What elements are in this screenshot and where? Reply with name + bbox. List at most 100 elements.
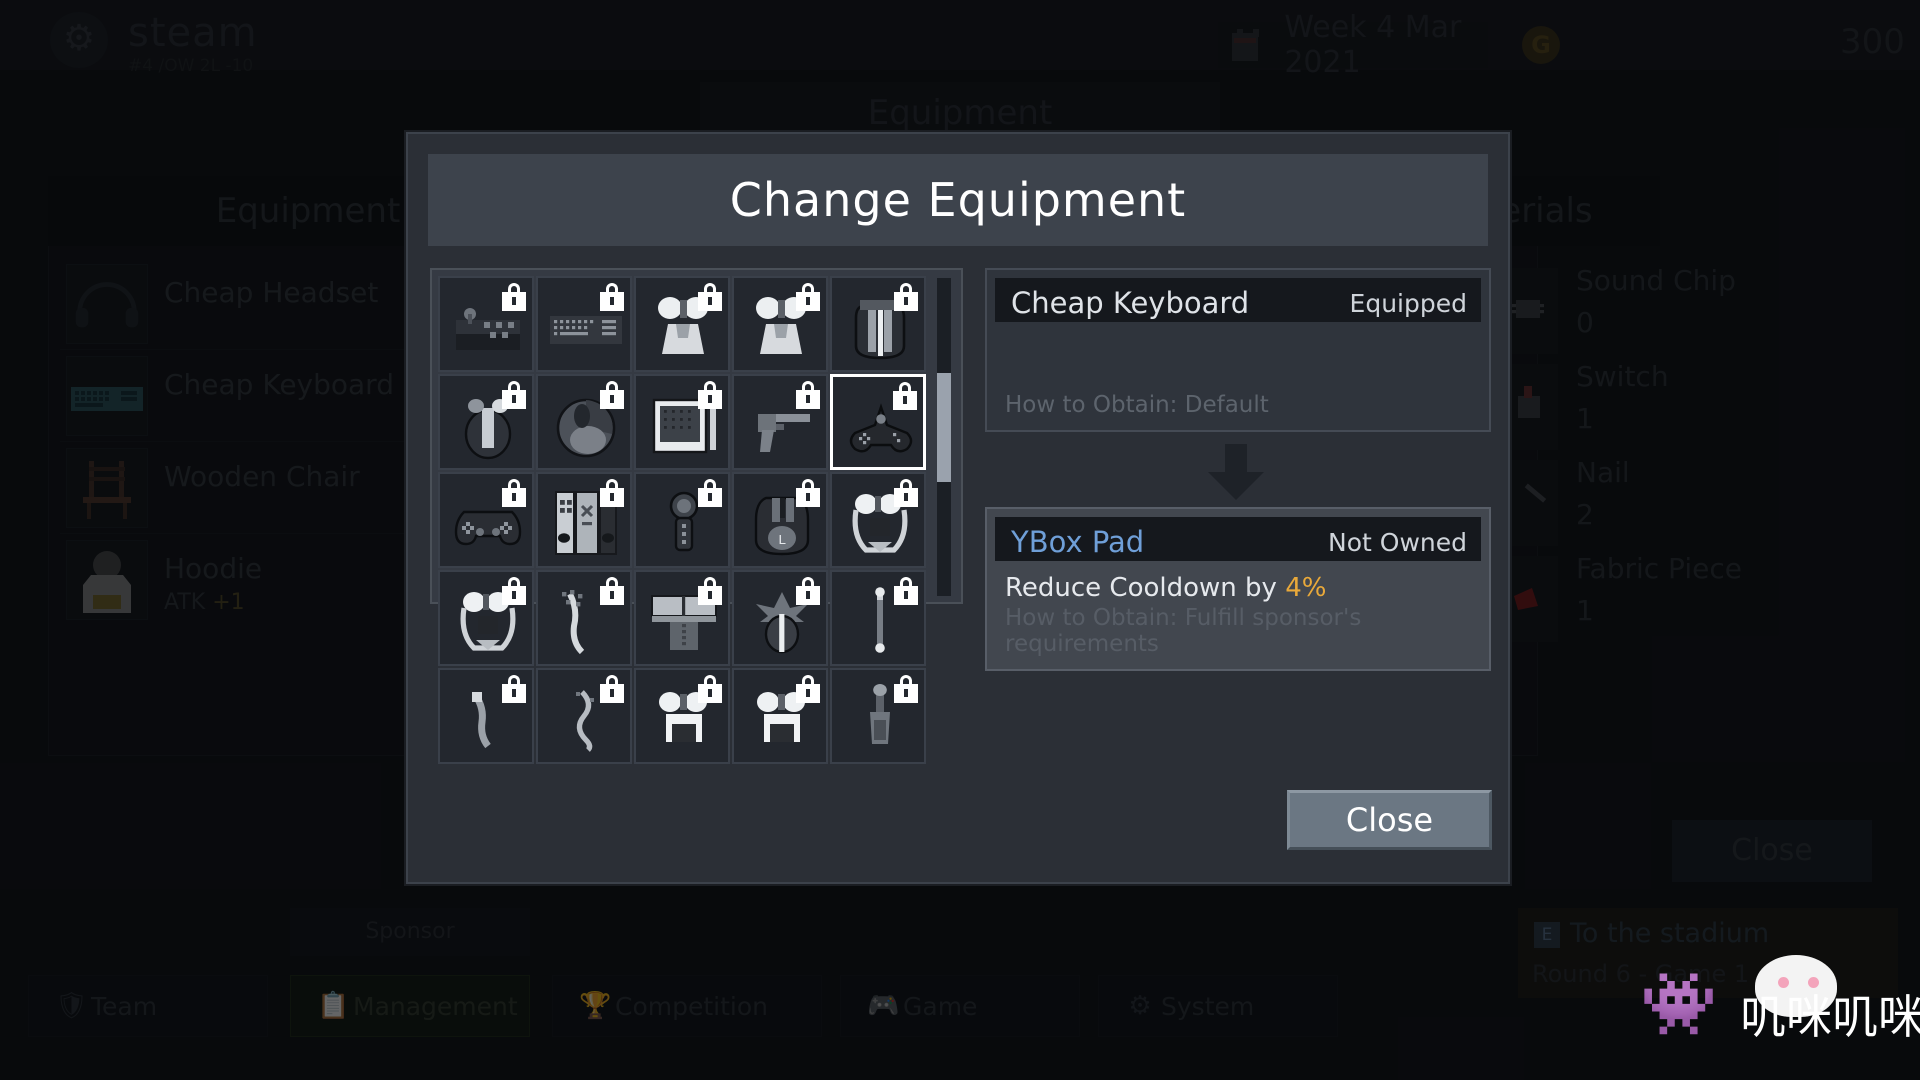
lock-icon [697,479,723,507]
equipment-grid-cell[interactable] [634,570,730,666]
top-bar: ⚙ steam #4 /OW 2L -10 Week 4 Mar 2021 G … [0,0,1920,80]
lock-icon [501,381,527,409]
nav-tab-team[interactable]: 🛡 Team [28,975,268,1037]
equipment-grid-cell[interactable] [536,374,632,470]
equipment-grid-cell[interactable] [438,668,534,764]
material-name: Fabric Piece [1576,552,1742,585]
equipment-item-name: Wooden Chair [164,460,360,493]
sponsor-button[interactable]: Sponsor [290,908,530,956]
hoodie-icon [66,540,148,620]
lock-icon [795,381,821,409]
grid-scrollbar[interactable] [937,278,951,596]
nav-tab-management[interactable]: 📋 Management [290,975,530,1037]
lock-icon [501,479,527,507]
nav-tab-competition[interactable]: 🏆 Competition [552,975,822,1037]
lock-icon [795,577,821,605]
bottom-nav: 🛡 Team 📋 Management 🏆 Competition 🎮 Game… [0,975,1920,1080]
equipment-grid-cell[interactable] [732,668,828,764]
headset-glyph [75,282,139,328]
nav-tab-label: Competition [615,991,768,1021]
equipment-grid-cell[interactable] [830,570,926,666]
hoodie-glyph [83,551,131,613]
equipment-grid-cell[interactable] [830,668,926,764]
equipment-grid-cell[interactable] [830,276,926,372]
equipment-grid-cell[interactable] [536,668,632,764]
equipment-grid-cell[interactable] [536,472,632,568]
equipment-grid-cell[interactable] [634,374,730,470]
equipment-grid-cell[interactable] [438,374,534,470]
material-qty: 0 [1576,306,1594,339]
equipment-item-name: Cheap Headset [164,276,379,309]
equipped-item-obtain: How to Obtain: Default [1005,392,1269,418]
equipment-grid-cell[interactable] [830,374,926,470]
material-row: Sound Chip 0 [1498,258,1838,368]
material-name: Sound Chip [1576,264,1736,297]
equipment-grid-panel: L [430,268,963,764]
lock-icon [795,479,821,507]
equipment-grid-cell[interactable]: L [732,472,828,568]
nav-tab-label: Management [353,991,518,1021]
game-screen: ⚙ steam #4 /OW 2L -10 Week 4 Mar 2021 G … [0,0,1920,1080]
lock-icon [697,577,723,605]
equipment-item-name: Hoodie [164,552,263,585]
material-qty: 1 [1576,594,1594,627]
equipment-grid-cell[interactable] [438,570,534,666]
equipment-grid-cell[interactable] [732,276,828,372]
material-row: Nail 2 [1498,450,1838,560]
dialog-title-bar: Change Equipment [428,154,1488,246]
shield-icon: 🛡 [55,991,89,1021]
arrow-down-icon [1208,444,1264,500]
grid-scrollbar-thumb[interactable] [937,373,951,482]
chair-glyph [83,461,131,519]
effect-text: Reduce Cooldown by [1005,573,1277,603]
lock-icon [893,675,919,703]
equipment-grid[interactable]: L [438,276,935,764]
trophy-icon: 🏆 [579,991,612,1021]
material-qty: 2 [1576,498,1594,531]
lock-icon [501,283,527,311]
equipped-item-name: Cheap Keyboard [1011,286,1250,320]
equipped-item-info: Cheap Keyboard Equipped How to Obtain: D… [985,268,1491,432]
equipment-grid-cell[interactable] [732,374,828,470]
equipment-grid-cell[interactable] [536,276,632,372]
lock-icon [892,382,918,410]
equipment-grid-cell[interactable] [634,472,730,568]
target-item-obtain: How to Obtain: Fulfill sponsor's require… [1005,605,1362,657]
equipment-grid-cell[interactable] [634,276,730,372]
target-item-status: Not Owned [1328,528,1467,557]
nav-tab-system[interactable]: ⚙ System [1098,975,1338,1037]
background-close-label: Close [1731,833,1813,868]
chair-icon [66,448,148,528]
target-item-name: YBox Pad [1011,525,1145,559]
lock-icon [795,675,821,703]
equipment-item-stat: ATK +1 [164,590,245,615]
equipment-grid-cell[interactable] [438,276,534,372]
clipboard-icon: 📋 [317,991,350,1021]
stat-value: +1 [212,590,245,615]
nav-tab-label: Game [903,991,978,1021]
gear-icon: ⚙ [62,18,96,59]
material-name: Switch [1576,360,1669,393]
svg-text:L: L [778,533,786,549]
dialog-close-button[interactable]: Close [1287,790,1492,850]
nav-tab-label: Team [91,991,158,1021]
background-close-button[interactable]: Close [1672,820,1872,882]
app-name: steam [128,10,258,56]
equipment-grid-cell[interactable] [830,472,926,568]
nav-tab-game[interactable]: 🎮 Game [840,975,1080,1037]
equipment-grid-cell[interactable] [634,668,730,764]
material-name: Nail [1576,456,1630,489]
equipment-grid-cell[interactable] [732,570,828,666]
app-logo: ⚙ [50,6,120,68]
change-equipment-dialog: Change Equipment L Cheap Keyboard Equipp… [406,132,1510,884]
lock-icon [893,479,919,507]
lock-icon [599,675,625,703]
equipment-grid-cell[interactable] [438,472,534,568]
stadium-label: To the stadium [1570,918,1770,949]
coin-icon: G [1522,26,1560,64]
equipment-grid-cell[interactable] [536,570,632,666]
date-display: Week 4 Mar 2021 [1218,10,1488,80]
currency-amount: 300 [1840,22,1905,62]
lock-icon [501,675,527,703]
calendar-icon [1232,29,1259,61]
